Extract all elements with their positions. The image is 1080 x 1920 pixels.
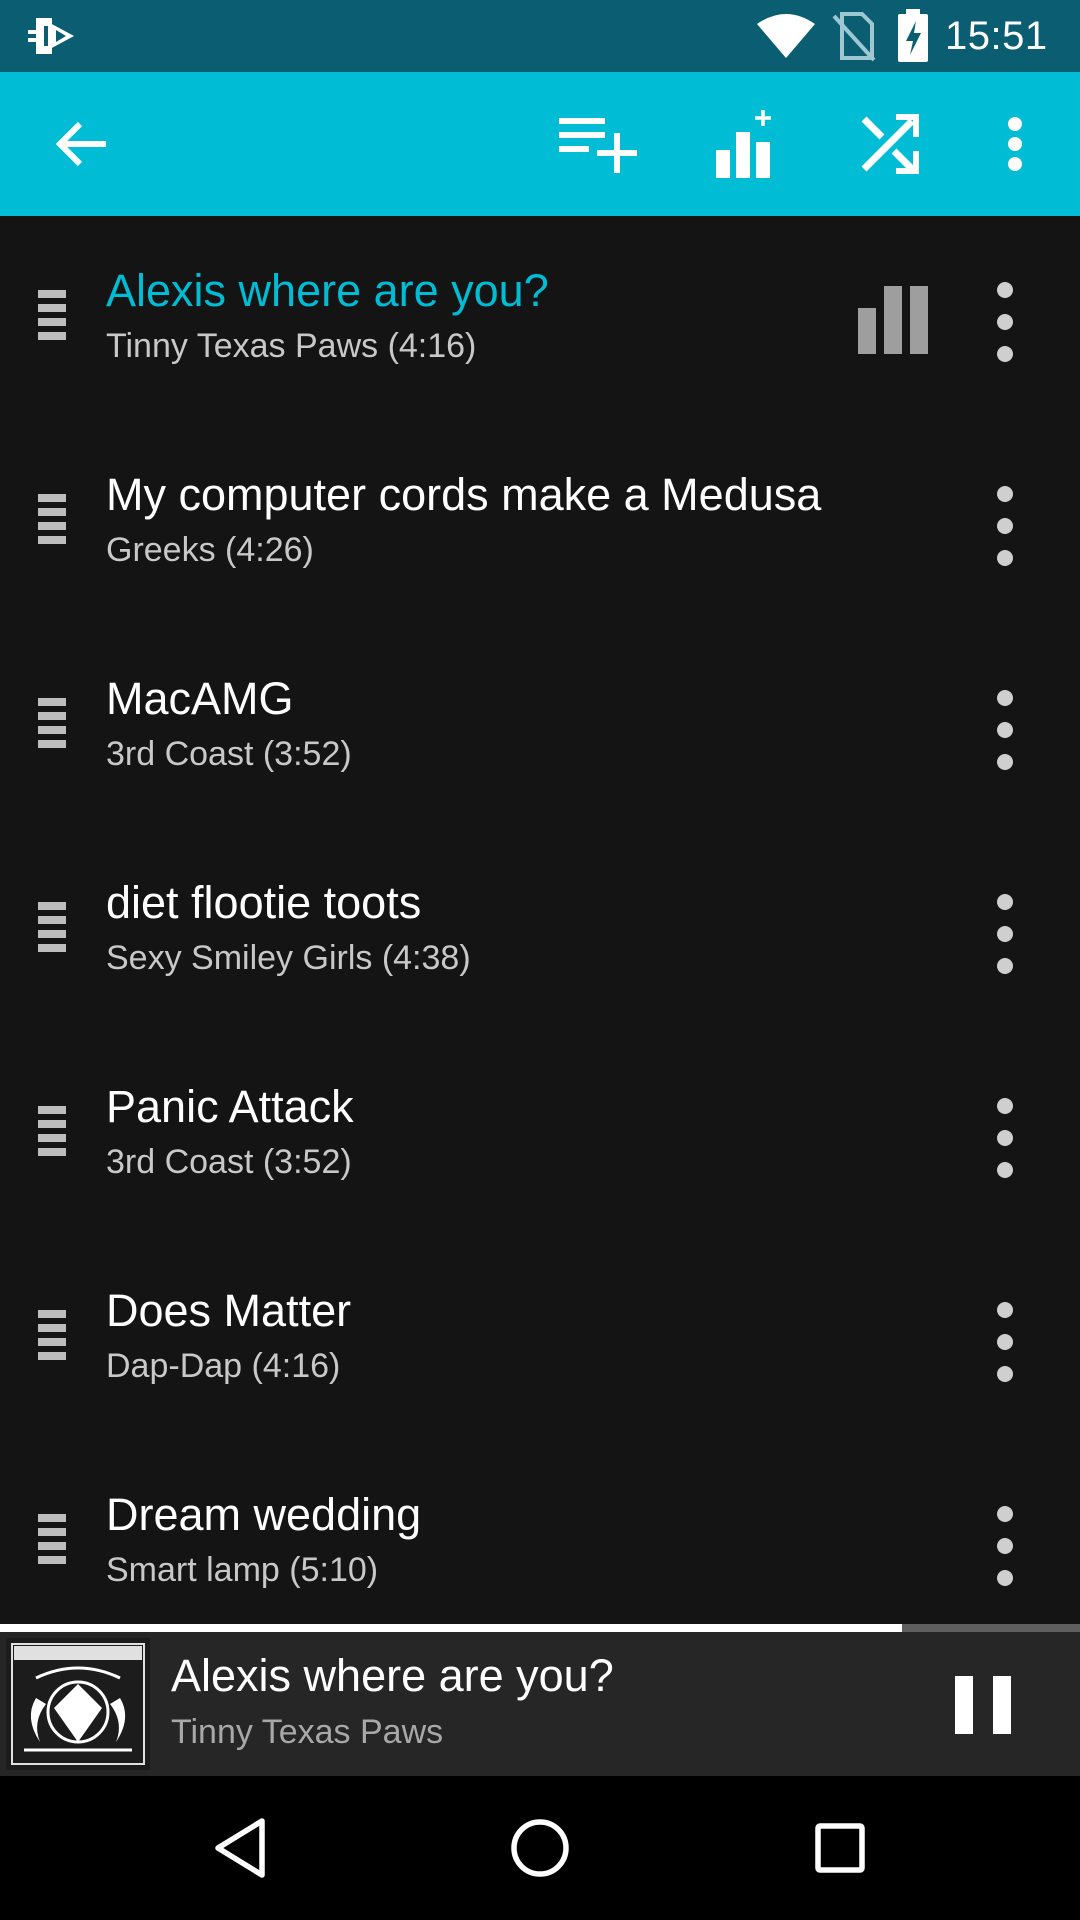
navigation-bar xyxy=(0,1776,1080,1920)
track-subtitle: Greeks (4:26) xyxy=(106,531,314,569)
drag-handle-icon[interactable] xyxy=(38,290,66,340)
shuffle-icon[interactable] xyxy=(834,72,944,216)
track-title: MacAMG xyxy=(106,673,294,724)
track-subtitle: 3rd Coast (3:52) xyxy=(106,735,352,773)
status-bar: 15:51 xyxy=(0,0,1080,72)
track-subtitle: 3rd Coast (3:52) xyxy=(106,1143,352,1181)
track-more-icon[interactable] xyxy=(980,690,1030,770)
no-sim-icon xyxy=(832,12,876,62)
track-title: My computer cords make a Medusa xyxy=(106,469,822,520)
queue-item-2[interactable]: MacAMG 3rd Coast (3:52) xyxy=(0,624,1080,828)
drag-handle-icon[interactable] xyxy=(38,1106,66,1156)
drag-handle-icon[interactable] xyxy=(38,902,66,952)
track-more-icon[interactable] xyxy=(980,1302,1030,1382)
track-more-icon[interactable] xyxy=(980,1098,1030,1178)
track-subtitle: Sexy Smiley Girls (4:38) xyxy=(106,939,471,977)
track-title: Alexis where are you? xyxy=(106,265,549,316)
queue-item-1[interactable]: My computer cords make a Medusa Greeks (… xyxy=(0,420,1080,624)
recents-square-icon[interactable] xyxy=(770,1776,910,1920)
track-more-icon[interactable] xyxy=(980,486,1030,566)
track-more-icon[interactable] xyxy=(980,282,1030,362)
drag-handle-icon[interactable] xyxy=(38,1514,66,1564)
track-more-icon[interactable] xyxy=(980,894,1030,974)
mini-player-title: Alexis where are you? xyxy=(171,1650,614,1701)
equalizer-add-icon[interactable] xyxy=(690,72,800,216)
more-vert-icon[interactable] xyxy=(960,72,1070,216)
battery-charging-icon xyxy=(898,9,928,62)
queue-item-0[interactable]: Alexis where are you? Tinny Texas Paws (… xyxy=(0,216,1080,420)
now-playing-equalizer-icon xyxy=(858,286,928,354)
track-title: Dream wedding xyxy=(106,1489,422,1540)
add-to-playlist-icon[interactable] xyxy=(544,72,654,216)
album-art[interactable] xyxy=(6,1638,150,1770)
track-subtitle: Tinny Texas Paws (4:16) xyxy=(106,327,477,365)
queue-item-6[interactable]: Dream wedding Smart lamp (5:10) xyxy=(0,1440,1080,1624)
queue-item-3[interactable]: diet flootie toots Sexy Smiley Girls (4:… xyxy=(0,828,1080,1032)
app-notification-icon xyxy=(28,18,74,54)
track-title: Panic Attack xyxy=(106,1081,354,1132)
mini-player-artist: Tinny Texas Paws xyxy=(171,1713,444,1751)
pause-icon[interactable] xyxy=(925,1664,1045,1744)
wifi-icon xyxy=(757,14,815,58)
track-more-icon[interactable] xyxy=(980,1506,1030,1586)
status-clock: 15:51 xyxy=(945,14,1048,58)
home-circle-icon[interactable] xyxy=(470,1776,610,1920)
queue-list[interactable]: Alexis where are you? Tinny Texas Paws (… xyxy=(0,216,1080,1624)
queue-item-5[interactable]: Does Matter Dap-Dap (4:16) xyxy=(0,1236,1080,1440)
playback-progress-bar[interactable] xyxy=(0,1624,1080,1632)
back-arrow-icon[interactable] xyxy=(28,72,138,216)
playback-progress-fill xyxy=(0,1624,902,1632)
toolbar xyxy=(0,72,1080,216)
drag-handle-icon[interactable] xyxy=(38,1310,66,1360)
mini-player[interactable]: Alexis where are you? Tinny Texas Paws xyxy=(0,1632,1080,1776)
back-triangle-icon[interactable] xyxy=(170,1776,310,1920)
queue-item-4[interactable]: Panic Attack 3rd Coast (3:52) xyxy=(0,1032,1080,1236)
track-subtitle: Smart lamp (5:10) xyxy=(106,1551,379,1589)
drag-handle-icon[interactable] xyxy=(38,698,66,748)
track-title: Does Matter xyxy=(106,1285,352,1336)
drag-handle-icon[interactable] xyxy=(38,494,66,544)
track-subtitle: Dap-Dap (4:16) xyxy=(106,1347,341,1385)
track-title: diet flootie toots xyxy=(106,877,422,928)
